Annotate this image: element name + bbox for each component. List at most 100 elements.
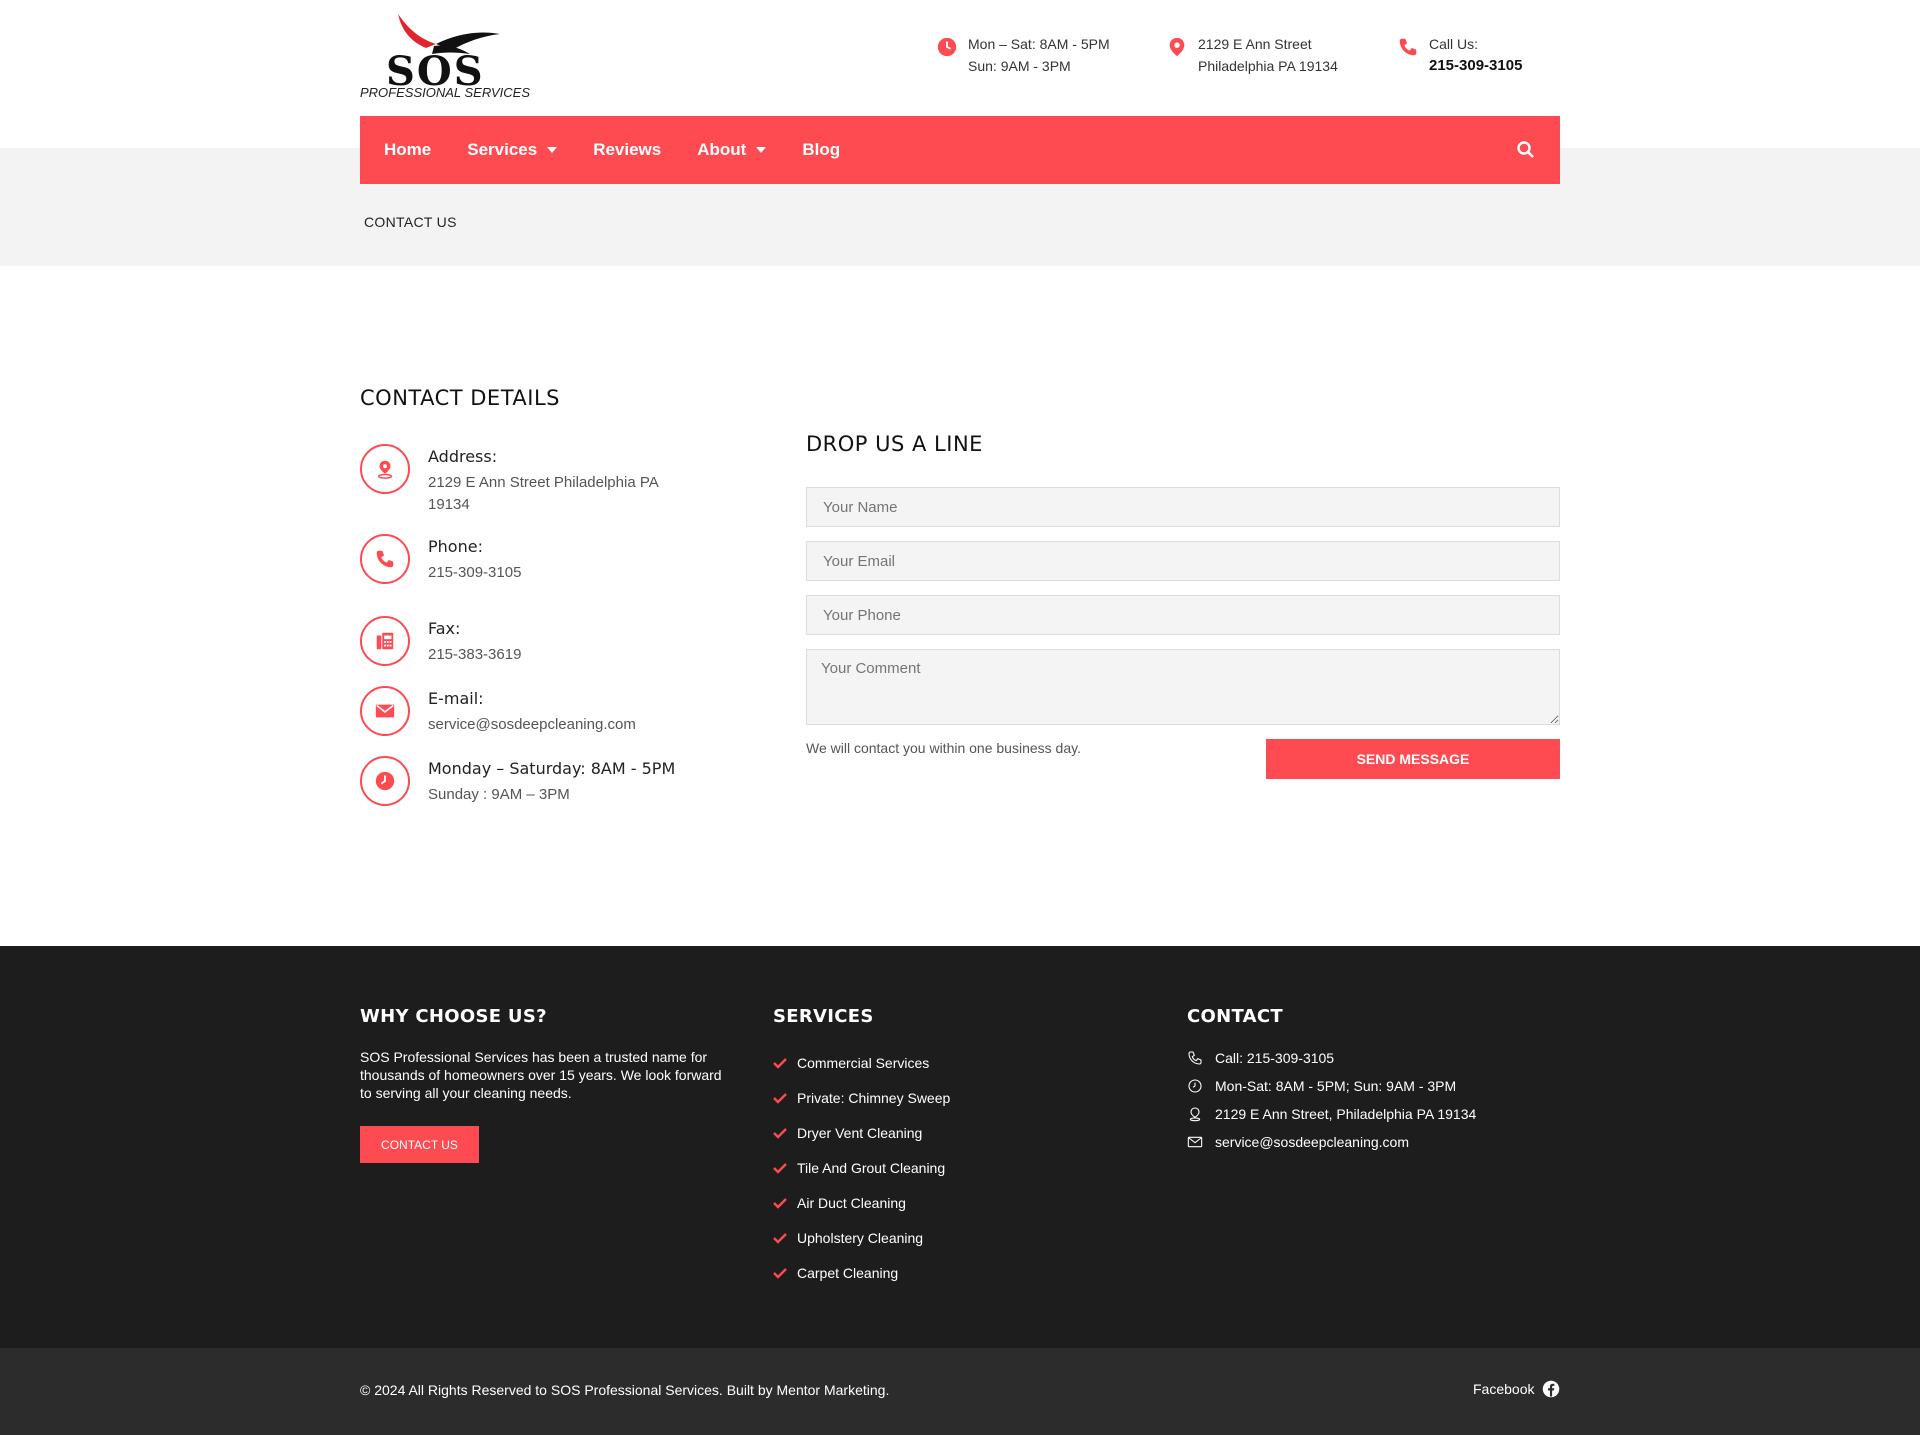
- top-address-line2: Philadelphia PA 19134: [1198, 58, 1338, 74]
- top-hours-line2: Sun: 9AM - 3PM: [968, 58, 1071, 74]
- fax-icon: [376, 632, 394, 650]
- phone-label: Phone:: [428, 537, 483, 556]
- address-value: 2129 E Ann Street Philadelphia PA 19134: [428, 474, 658, 513]
- contact-us-button[interactable]: CONTACT US: [360, 1126, 479, 1163]
- site-logo[interactable]: SOS PROFESSIONAL SERVICES: [360, 10, 530, 102]
- phone-icon-circle: [360, 534, 410, 584]
- copyright: © 2024 All Rights Reserved to SOS Profes…: [360, 1382, 890, 1398]
- chevron-down-icon: [547, 147, 558, 153]
- clock-icon: [937, 37, 957, 57]
- service-link[interactable]: Air Duct Cleaning: [773, 1195, 906, 1211]
- email-field[interactable]: [806, 541, 1560, 581]
- top-address-line1: 2129 E Ann Street: [1198, 36, 1312, 52]
- check-icon: [773, 1198, 787, 1209]
- contact-details-title: CONTACT DETAILS: [360, 386, 560, 410]
- footer-hours: Mon-Sat: 8AM - 5PM; Sun: 9AM - 3PM: [1187, 1078, 1456, 1094]
- nav-about[interactable]: About: [697, 140, 767, 160]
- facebook-label: Facebook: [1473, 1381, 1535, 1397]
- footer: [0, 946, 1920, 1348]
- nav-home[interactable]: Home: [384, 140, 431, 160]
- check-icon: [773, 1268, 787, 1279]
- facebook-link[interactable]: Facebook: [1473, 1380, 1560, 1398]
- service-link[interactable]: Commercial Services: [773, 1055, 929, 1071]
- address-icon-circle: [360, 444, 410, 494]
- top-hours-line1: Mon – Sat: 8AM - 5PM: [968, 36, 1110, 52]
- service-label: Upholstery Cleaning: [797, 1230, 924, 1246]
- nav-services[interactable]: Services: [467, 140, 558, 160]
- breadcrumb: CONTACT US: [364, 214, 457, 230]
- top-call: Call Us: 215-309-3105: [1397, 33, 1522, 77]
- form-title: DROP US A LINE: [806, 432, 983, 456]
- why-title: WHY CHOOSE US?: [360, 1006, 547, 1027]
- service-link[interactable]: Carpet Cleaning: [773, 1265, 898, 1281]
- footer-email[interactable]: service@sosdeepcleaning.com: [1187, 1134, 1409, 1150]
- why-text: SOS Professional Services has been a tru…: [360, 1049, 722, 1101]
- nav-services-label: Services: [467, 140, 538, 159]
- send-message-button[interactable]: SEND MESSAGE: [1266, 739, 1560, 779]
- name-field[interactable]: [806, 487, 1560, 527]
- footer-email-text: service@sosdeepcleaning.com: [1215, 1134, 1409, 1150]
- contact-title: CONTACT: [1187, 1006, 1283, 1027]
- envelope-icon: [375, 704, 395, 718]
- comment-field[interactable]: [806, 649, 1560, 725]
- clock-icon: [375, 771, 395, 791]
- service-link[interactable]: Private: Chimney Sweep: [773, 1090, 950, 1106]
- nav-reviews[interactable]: Reviews: [593, 140, 661, 160]
- facebook-icon: [1543, 1380, 1560, 1398]
- envelope-icon: [1187, 1136, 1203, 1148]
- check-icon: [773, 1128, 787, 1139]
- top-address: 2129 E Ann Street Philadelphia PA 19134: [1166, 33, 1338, 77]
- check-icon: [773, 1093, 787, 1104]
- footer-call-text: Call: 215-309-3105: [1215, 1050, 1335, 1066]
- nav-home-label: Home: [384, 140, 432, 159]
- search-icon[interactable]: [1516, 140, 1536, 160]
- location-icon: [377, 460, 393, 479]
- check-icon: [773, 1163, 787, 1174]
- map-pin-icon: [1169, 37, 1185, 57]
- service-label: Air Duct Cleaning: [797, 1195, 906, 1211]
- service-label: Private: Chimney Sweep: [797, 1090, 951, 1106]
- chevron-down-icon: [756, 147, 767, 153]
- detail-phone: Phone: 215-309-3105: [360, 534, 680, 584]
- fax-value: 215-383-3619: [428, 646, 522, 663]
- service-link[interactable]: Tile And Grout Cleaning: [773, 1160, 945, 1176]
- service-link[interactable]: Dryer Vent Cleaning: [773, 1125, 922, 1141]
- fax-icon-circle: [360, 616, 410, 666]
- services-title: SERVICES: [773, 1006, 874, 1027]
- footer-address: 2129 E Ann Street, Philadelphia PA 19134: [1187, 1106, 1476, 1122]
- hours-value: Sunday : 9AM – 3PM: [428, 786, 570, 803]
- email-label: E-mail:: [428, 689, 484, 708]
- phone-value[interactable]: 215-309-3105: [428, 562, 521, 584]
- footer-call[interactable]: Call: 215-309-3105: [1187, 1050, 1334, 1066]
- detail-email: E-mail: service@sosdeepcleaning.com: [360, 686, 680, 736]
- phone-icon: [376, 550, 394, 568]
- hours-label: Monday – Saturday: 8AM - 5PM: [428, 759, 676, 778]
- clock-icon: [1188, 1079, 1202, 1093]
- address-label: Address:: [428, 447, 498, 466]
- detail-address: Address: 2129 E Ann Street Philadelphia …: [360, 444, 680, 516]
- fax-label: Fax:: [428, 619, 461, 638]
- service-label: Carpet Cleaning: [797, 1265, 899, 1281]
- nav-blog-label: Blog: [802, 140, 841, 159]
- detail-hours: Monday – Saturday: 8AM - 5PM Sunday : 9A…: [360, 756, 680, 806]
- location-icon: [1189, 1107, 1201, 1122]
- footer-address-text: 2129 E Ann Street, Philadelphia PA 19134: [1215, 1106, 1477, 1122]
- top-call-number[interactable]: 215-309-3105: [1429, 55, 1522, 77]
- service-label: Dryer Vent Cleaning: [797, 1125, 923, 1141]
- email-value[interactable]: service@sosdeepcleaning.com: [428, 714, 636, 736]
- main-nav: Home Services Reviews About Blog: [360, 116, 1560, 184]
- phone-field[interactable]: [806, 595, 1560, 635]
- top-hours: Mon – Sat: 8AM - 5PM Sun: 9AM - 3PM: [936, 33, 1110, 77]
- phone-icon: [1188, 1051, 1202, 1065]
- hours-icon-circle: [360, 756, 410, 806]
- service-link[interactable]: Upholstery Cleaning: [773, 1230, 923, 1246]
- email-icon-circle: [360, 686, 410, 736]
- footer-hours-text: Mon-Sat: 8AM - 5PM; Sun: 9AM - 3PM: [1215, 1078, 1457, 1094]
- service-label: Commercial Services: [797, 1055, 930, 1071]
- form-note: We will contact you within one business …: [806, 740, 1081, 756]
- nav-reviews-label: Reviews: [593, 140, 662, 159]
- check-icon: [773, 1233, 787, 1244]
- detail-fax: Fax: 215-383-3619: [360, 616, 680, 666]
- logo-subtitle: PROFESSIONAL SERVICES: [360, 85, 531, 100]
- nav-blog[interactable]: Blog: [802, 140, 840, 160]
